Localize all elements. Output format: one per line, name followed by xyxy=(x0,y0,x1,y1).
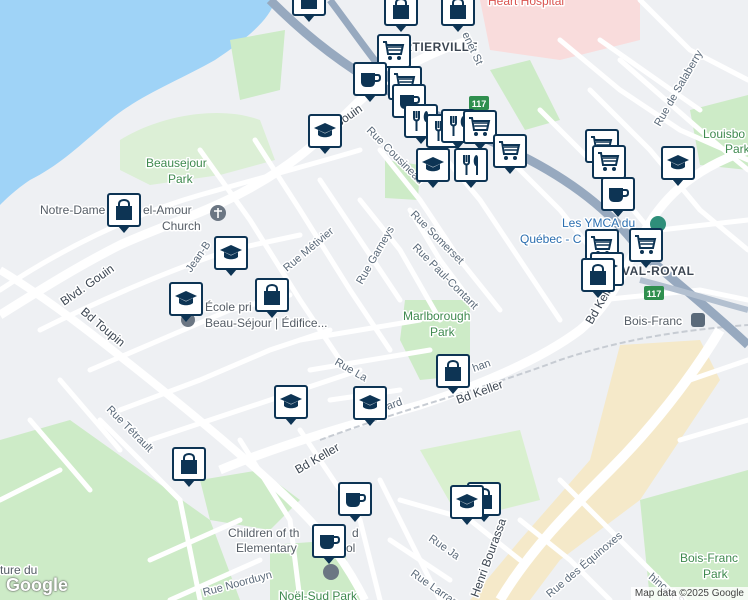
ecole-label-1: École pri xyxy=(205,299,252,314)
restaurant-icon xyxy=(459,153,483,177)
shopping-bag-icon xyxy=(112,198,136,222)
map-marker-school[interactable] xyxy=(661,146,695,186)
school-icon xyxy=(421,153,445,177)
route-117-east-shield: 117 xyxy=(644,286,664,300)
shopping-cart-icon xyxy=(634,233,658,257)
notre-dame-church-label-2: el-Amour xyxy=(143,203,192,217)
notre-dame-church-label-3: Church xyxy=(162,219,201,233)
map-marker-school[interactable] xyxy=(416,148,450,188)
route-117-north-shield: 117 xyxy=(469,96,489,110)
bois-franc-park-label-1: Bois-Franc xyxy=(680,551,738,565)
les-ymca-label-1: Les YMCA du xyxy=(562,216,635,230)
beausejour-park-area xyxy=(230,30,285,100)
map-marker-cafe[interactable] xyxy=(353,62,387,102)
louisbourg-park-label-2: Park xyxy=(725,142,748,156)
shopping-bag-icon xyxy=(260,283,284,307)
map-marker-shopping-bag[interactable] xyxy=(255,278,289,318)
map-marker-shopping-bag[interactable] xyxy=(436,354,470,394)
marlborough-park-label-2: Park xyxy=(430,325,456,339)
map-marker-shopping-cart[interactable] xyxy=(463,110,497,150)
school-icon xyxy=(666,151,690,175)
heart-hospital-label: Heart Hospital xyxy=(488,0,564,8)
shopping-cart-icon xyxy=(382,39,406,63)
map-marker-school[interactable] xyxy=(308,114,342,154)
route-117-north-label: 117 xyxy=(472,99,487,109)
map-marker-cafe[interactable] xyxy=(338,482,372,522)
shopping-cart-icon xyxy=(468,115,492,139)
bois-franc-park-label-2: Park xyxy=(703,567,729,581)
bois-franc-station-label: Bois-Franc xyxy=(624,314,682,328)
children-label-3: Elementary xyxy=(236,541,297,555)
school-icon xyxy=(358,391,382,415)
route-117-east-label: 117 xyxy=(647,289,662,299)
val-royal-label: VAL-ROYAL xyxy=(622,264,695,278)
children-school-dot-icon xyxy=(323,564,339,580)
map-marker-school[interactable] xyxy=(274,385,308,425)
cafe-icon xyxy=(343,487,367,511)
map-marker-school[interactable] xyxy=(353,386,387,426)
map-marker-school[interactable] xyxy=(450,485,484,525)
louisbourg-park-label-1: Louisbo xyxy=(703,127,745,141)
children-label-2: d xyxy=(352,526,359,540)
children-label-1: Children of th xyxy=(228,526,299,540)
cafe-icon xyxy=(358,67,382,91)
shopping-bag-icon xyxy=(177,452,201,476)
map-marker-shopping-bag[interactable] xyxy=(384,0,418,32)
school-icon xyxy=(279,390,303,414)
map-marker-shopping-bag[interactable] xyxy=(441,0,475,32)
marlborough-park-label-1: Marlborough xyxy=(403,309,470,323)
train-station-icon xyxy=(691,313,705,327)
map-marker-shopping-cart[interactable] xyxy=(493,134,527,174)
shopping-cart-icon xyxy=(597,150,621,174)
noel-sud-park-label: Noël-Sud Park xyxy=(279,589,358,600)
children-label-4: ol xyxy=(346,541,355,555)
shopping-cart-icon xyxy=(498,139,522,163)
map-marker-shopping-bag[interactable] xyxy=(107,193,141,233)
map-marker-cafe[interactable] xyxy=(601,177,635,217)
beausejour-park-label-1: Beausejour xyxy=(146,156,207,170)
map-marker-cafe[interactable] xyxy=(312,524,346,564)
cafe-icon xyxy=(606,182,630,206)
google-logo: Google xyxy=(6,575,68,595)
les-ymca-label-2: Québec - C xyxy=(520,232,582,246)
shopping-bag-icon xyxy=(297,0,321,11)
map-marker-school[interactable] xyxy=(214,236,248,276)
map-marker-shopping-cart[interactable] xyxy=(592,145,626,185)
school-icon xyxy=(174,287,198,311)
shopping-bag-icon xyxy=(389,0,413,21)
church-icon xyxy=(210,205,226,221)
shopping-bag-icon xyxy=(586,263,610,287)
map-attribution[interactable]: Map data ©2025 Google xyxy=(630,587,748,600)
map-marker-school[interactable] xyxy=(169,282,203,322)
cafe-icon xyxy=(317,529,341,553)
shopping-bag-icon xyxy=(446,0,470,21)
map-marker-restaurant[interactable] xyxy=(454,148,488,188)
map-marker-shopping-bag[interactable] xyxy=(581,258,615,298)
map-marker-shopping-cart[interactable] xyxy=(629,228,663,268)
school-icon xyxy=(219,241,243,265)
map-marker-shopping-bag[interactable] xyxy=(292,0,326,22)
school-icon xyxy=(313,119,337,143)
beausejour-park-label-2: Park xyxy=(168,172,194,186)
school-icon xyxy=(455,490,479,514)
map-marker-shopping-bag[interactable] xyxy=(172,447,206,487)
shopping-bag-icon xyxy=(441,359,465,383)
notre-dame-church-label-1: Notre-Dame xyxy=(40,203,106,217)
